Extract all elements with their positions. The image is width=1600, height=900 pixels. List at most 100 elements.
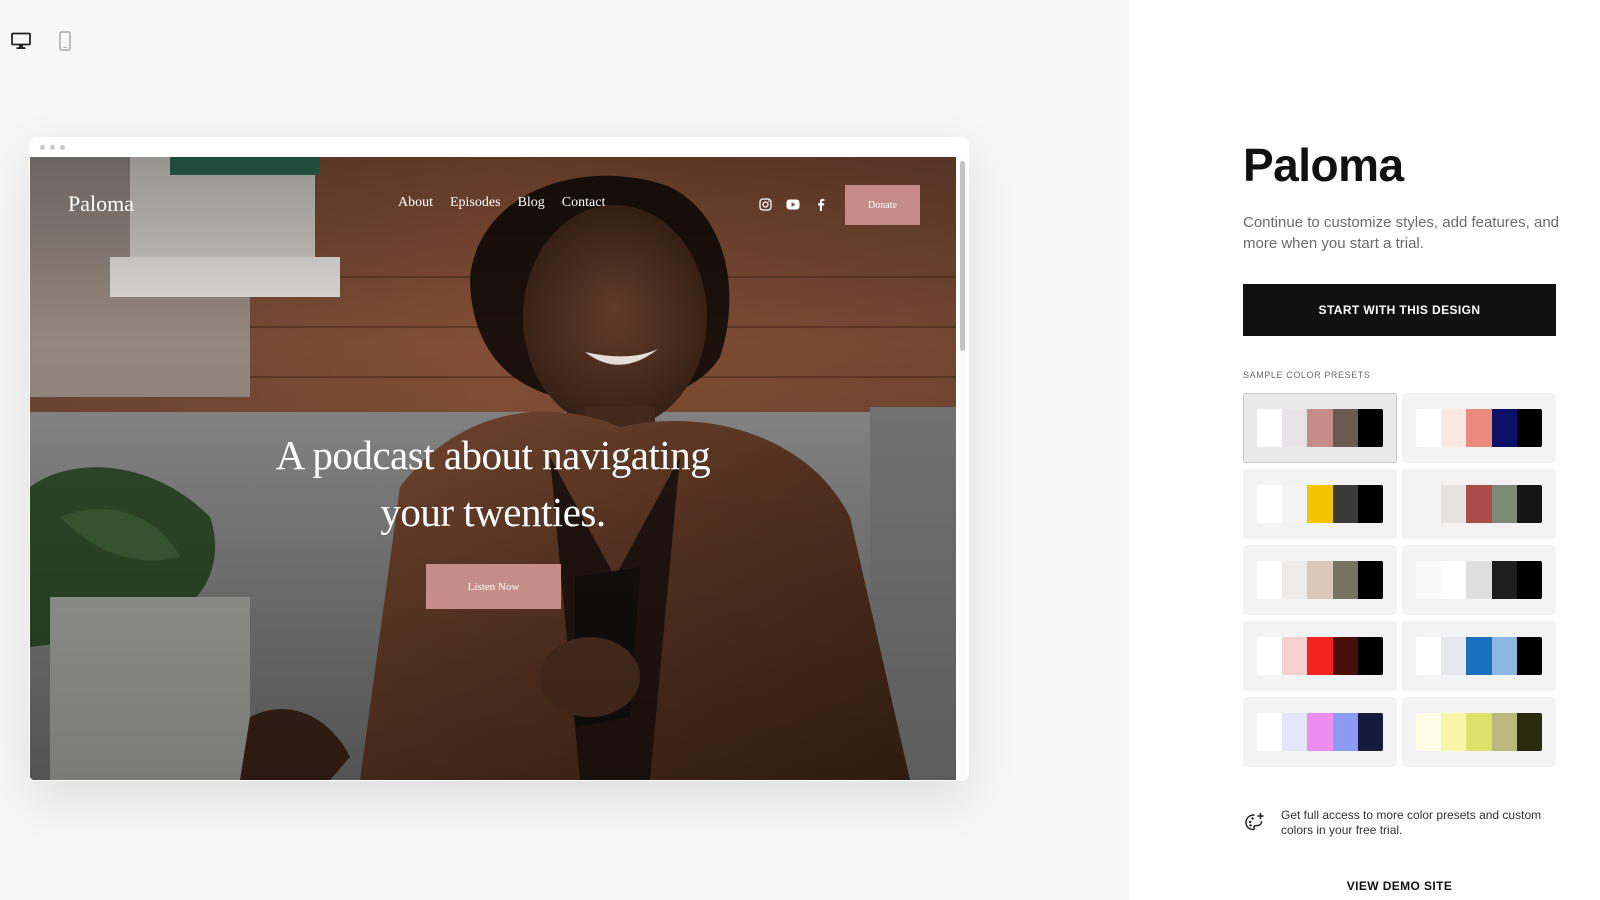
browser-bar bbox=[29, 137, 969, 157]
color-swatch bbox=[1332, 561, 1358, 599]
color-preset-10[interactable] bbox=[1402, 697, 1556, 767]
color-swatch bbox=[1307, 485, 1333, 523]
color-swatch bbox=[1441, 485, 1467, 523]
preview-pane: Paloma About Episodes Blog Contact Donat… bbox=[0, 0, 1130, 900]
preset-swatches bbox=[1416, 485, 1542, 523]
color-preset-7[interactable] bbox=[1243, 621, 1397, 691]
color-presets-grid bbox=[1243, 393, 1556, 767]
preset-swatches bbox=[1257, 409, 1383, 447]
color-swatch bbox=[1516, 485, 1542, 523]
template-description: Continue to customize styles, add featur… bbox=[1243, 214, 1560, 252]
color-swatch bbox=[1332, 485, 1358, 523]
color-preset-5[interactable] bbox=[1243, 545, 1397, 615]
preview-scrollbar-thumb[interactable] bbox=[960, 161, 965, 351]
browser-dot bbox=[60, 144, 65, 150]
color-preset-6[interactable] bbox=[1402, 545, 1556, 615]
color-swatch bbox=[1282, 409, 1308, 447]
nav-link-contact[interactable]: Contact bbox=[562, 195, 606, 211]
color-swatch bbox=[1307, 409, 1333, 447]
presets-heading: SAMPLE COLOR PRESETS bbox=[1243, 370, 1371, 380]
color-swatch bbox=[1307, 561, 1333, 599]
site-preview-frame: Paloma About Episodes Blog Contact Donat… bbox=[29, 137, 969, 781]
color-swatch bbox=[1516, 713, 1542, 751]
color-swatch bbox=[1307, 713, 1333, 751]
social-links bbox=[758, 197, 828, 211]
color-swatch bbox=[1357, 713, 1383, 751]
color-swatch bbox=[1491, 485, 1517, 523]
desktop-view-button[interactable] bbox=[10, 30, 32, 52]
youtube-icon[interactable] bbox=[786, 197, 800, 211]
color-swatch bbox=[1332, 409, 1358, 447]
nav-link-about[interactable]: About bbox=[398, 195, 433, 211]
color-swatch bbox=[1357, 561, 1383, 599]
color-swatch bbox=[1282, 713, 1308, 751]
preset-swatches bbox=[1257, 637, 1383, 675]
view-demo-site-link[interactable]: VIEW DEMO SITE bbox=[1243, 879, 1556, 893]
color-swatch bbox=[1441, 637, 1467, 675]
color-swatch bbox=[1466, 561, 1492, 599]
color-swatch bbox=[1257, 561, 1283, 599]
site-preview[interactable]: Paloma About Episodes Blog Contact Donat… bbox=[30, 157, 956, 780]
preset-swatches bbox=[1416, 637, 1542, 675]
color-swatch bbox=[1466, 713, 1492, 751]
color-swatch bbox=[1466, 485, 1492, 523]
color-swatch bbox=[1332, 637, 1358, 675]
color-swatch bbox=[1491, 637, 1517, 675]
hero-title-line: your twenties. bbox=[380, 489, 606, 535]
color-preset-2[interactable] bbox=[1402, 393, 1556, 463]
color-swatch bbox=[1416, 485, 1442, 523]
template-title: Paloma bbox=[1243, 139, 1404, 191]
color-swatch bbox=[1491, 561, 1517, 599]
color-preset-9[interactable] bbox=[1243, 697, 1397, 767]
color-swatch bbox=[1357, 637, 1383, 675]
color-swatch bbox=[1257, 713, 1283, 751]
facebook-icon[interactable] bbox=[814, 197, 828, 211]
preset-swatches bbox=[1257, 561, 1383, 599]
preset-swatches bbox=[1257, 485, 1383, 523]
preset-swatches bbox=[1416, 561, 1542, 599]
nav-link-episodes[interactable]: Episodes bbox=[450, 195, 501, 211]
color-swatch bbox=[1416, 637, 1442, 675]
color-swatch bbox=[1416, 409, 1442, 447]
donate-button[interactable]: Donate bbox=[845, 185, 920, 225]
color-swatch bbox=[1332, 713, 1358, 751]
color-swatch bbox=[1282, 485, 1308, 523]
color-swatch bbox=[1516, 561, 1542, 599]
color-swatch bbox=[1307, 637, 1333, 675]
color-swatch bbox=[1516, 637, 1542, 675]
hero-title-line: A podcast about navigating bbox=[275, 432, 711, 478]
color-preset-3[interactable] bbox=[1243, 469, 1397, 539]
color-preset-4[interactable] bbox=[1402, 469, 1556, 539]
hero-title: A podcast about navigating your twenties… bbox=[193, 427, 793, 541]
color-swatch bbox=[1257, 409, 1283, 447]
color-preset-1[interactable] bbox=[1243, 393, 1397, 463]
browser-dot bbox=[40, 144, 45, 150]
preset-swatches bbox=[1416, 713, 1542, 751]
browser-dot bbox=[50, 144, 55, 150]
nav-link-blog[interactable]: Blog bbox=[518, 195, 545, 211]
color-swatch bbox=[1466, 409, 1492, 447]
color-swatch bbox=[1441, 713, 1467, 751]
site-logo[interactable]: Paloma bbox=[68, 191, 134, 217]
color-swatch bbox=[1516, 409, 1542, 447]
instagram-icon[interactable] bbox=[758, 197, 772, 211]
listen-now-button[interactable]: Listen Now bbox=[426, 564, 561, 609]
color-preset-8[interactable] bbox=[1402, 621, 1556, 691]
color-swatch bbox=[1416, 713, 1442, 751]
preset-swatches bbox=[1257, 713, 1383, 751]
color-swatch bbox=[1491, 409, 1517, 447]
desktop-monitor-icon bbox=[11, 32, 31, 49]
color-swatch bbox=[1441, 561, 1467, 599]
color-swatch bbox=[1441, 409, 1467, 447]
preset-swatches bbox=[1416, 409, 1542, 447]
color-swatch bbox=[1282, 637, 1308, 675]
color-swatch bbox=[1282, 561, 1308, 599]
color-swatch bbox=[1357, 409, 1383, 447]
upsell-note: Get full access to more color presets an… bbox=[1243, 808, 1563, 838]
color-swatch bbox=[1257, 485, 1283, 523]
color-swatch bbox=[1416, 561, 1442, 599]
upsell-text: Get full access to more color presets an… bbox=[1281, 808, 1542, 837]
design-sidebar: Paloma Continue to customize styles, add… bbox=[1130, 0, 1600, 900]
mobile-view-button[interactable] bbox=[54, 30, 76, 52]
start-with-design-button[interactable]: START WITH THIS DESIGN bbox=[1243, 284, 1556, 336]
